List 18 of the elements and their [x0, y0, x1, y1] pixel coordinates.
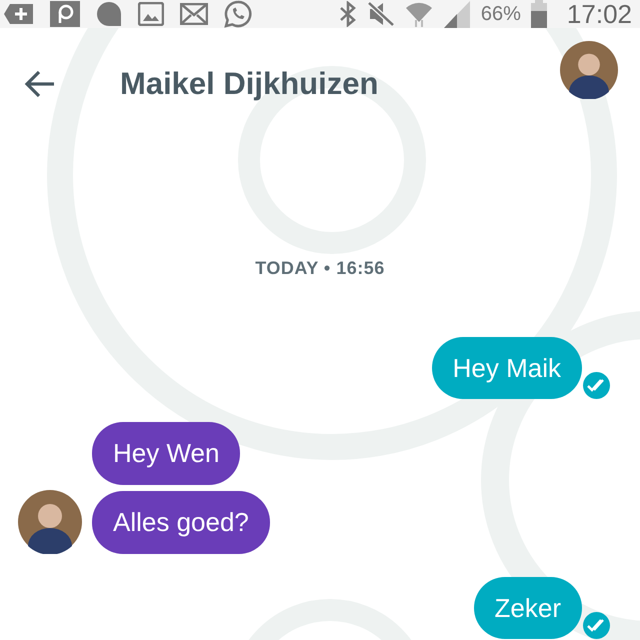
chat-bubble-icon — [96, 1, 122, 27]
phone-bubble-icon — [224, 0, 252, 28]
clock: 17:02 — [566, 0, 632, 30]
mail-icon — [180, 3, 208, 25]
wifi-icon — [404, 0, 433, 28]
avatar-icon[interactable] — [560, 41, 618, 99]
received-message: Alles goed? — [92, 491, 270, 554]
battery-icon — [530, 0, 547, 28]
avatar-icon[interactable] — [18, 490, 82, 554]
plus-icon — [4, 3, 34, 25]
received-message: Hey Wen — [92, 422, 240, 485]
bluetooth-icon — [338, 1, 357, 27]
battery-percentage: 66% — [480, 2, 521, 26]
signal-icon — [442, 0, 471, 28]
image-icon — [138, 2, 164, 26]
back-arrow-icon[interactable] — [24, 70, 56, 98]
contact-name: Maikel Dijkhuizen — [120, 66, 380, 102]
date-divider: TODAY • 16:56 — [255, 258, 385, 279]
